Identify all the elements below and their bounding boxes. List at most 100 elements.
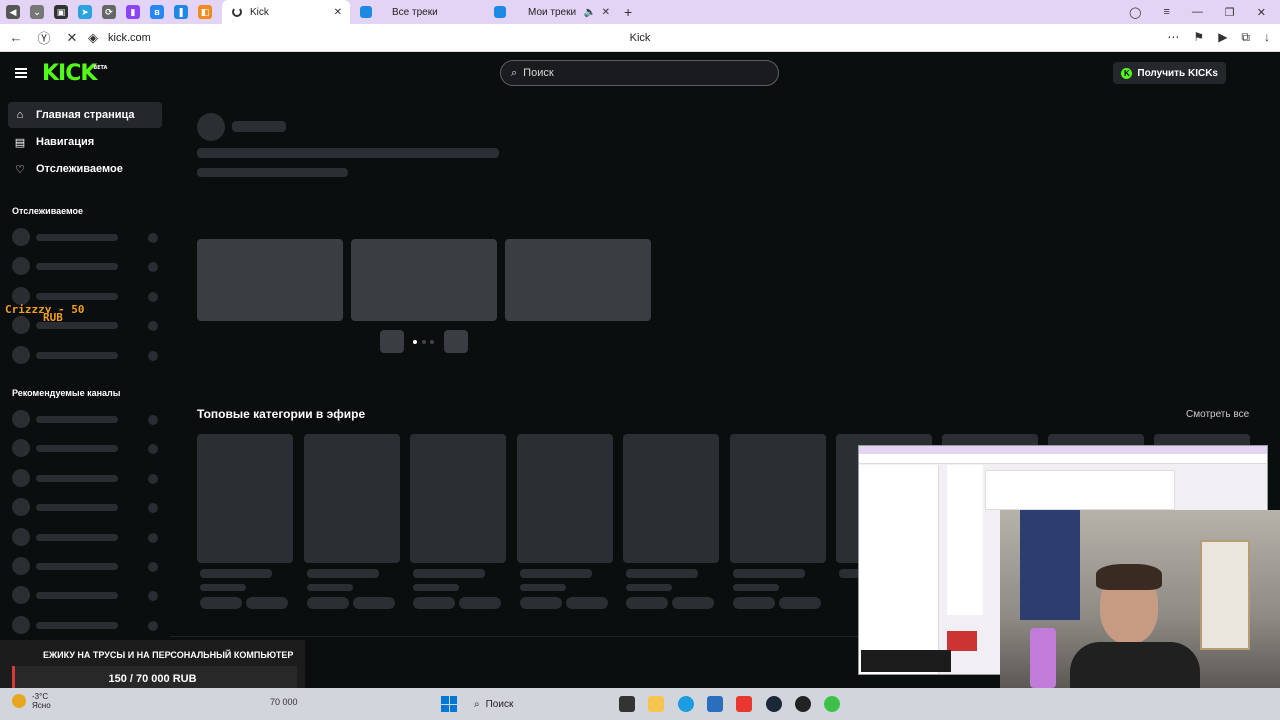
url-field[interactable]: kick.com [108,32,151,44]
carousel-card-skeleton[interactable] [505,239,651,321]
channel-skeleton [0,432,170,461]
tab-label: Все треки [392,6,438,18]
close-icon[interactable]: ✕ [602,7,610,18]
sidebar-item-browse[interactable]: ▤ Навигация [8,129,162,155]
sun-icon [12,694,26,708]
screen: ◀ ⌄ ▣ ➤ ⟳ ▮ в ❚ ◧ Kick ✕ Все треки Мои т… [0,0,1280,720]
window-close-icon[interactable]: ✕ [1257,6,1266,19]
search-icon: ⌕ [474,698,480,710]
get-kicks-button[interactable]: K Получить KICKs [1113,62,1226,84]
stop-loading-icon[interactable]: ✕ [60,30,84,46]
temperature: -3°C [32,692,49,701]
following-list [0,221,170,368]
channel-skeleton [0,579,170,608]
tab-my-tracks[interactable]: Мои треки 🔈 ✕ [484,0,618,24]
featured-meta-skeleton [197,168,348,177]
kick-logo[interactable]: KICK BETA [42,60,107,86]
browser-tab-strip: ◀ ⌄ ▣ ➤ ⟳ ▮ в ❚ ◧ Kick ✕ Все треки Мои т… [0,0,1280,24]
windows-start-icon[interactable] [441,696,457,712]
pinned-tab-orange-icon[interactable]: ◧ [198,5,212,19]
steam-icon[interactable] [766,696,782,712]
taskbar-search[interactable]: ⌕ Поиск [468,694,608,714]
pinned-tab-pause-icon[interactable]: ❚ [174,5,188,19]
carousel-card-skeleton[interactable] [351,239,497,321]
tab-all-tracks[interactable]: Все треки [350,0,484,24]
pinned-tab-mail-icon[interactable]: ▣ [54,5,68,19]
tab-kick[interactable]: Kick ✕ [222,0,350,24]
goal-target-label: 70 000 [270,697,298,707]
new-tab-icon[interactable]: + [624,4,632,20]
sidebar-item-home[interactable]: ⌂ Главная страница [8,102,162,128]
channel-skeleton [0,609,170,638]
carousel-prev-button[interactable] [380,330,404,353]
obs-icon[interactable] [795,696,811,712]
yandex-browser-icon[interactable] [736,696,752,712]
following-heading: Отслеживаемое [12,206,84,216]
pinned-tab-translate-icon[interactable]: ⟳ [102,5,116,19]
yandex-icon[interactable]: Ⓨ [32,28,56,47]
channel-skeleton [0,550,170,579]
donation-alert: Crizzzy - 50 RUB [5,304,84,323]
window-controls: ◯ ≡ — ❐ ✕ [1129,6,1280,19]
webcam-feed [1000,510,1280,688]
bookmark-icon[interactable]: ⚑ [1193,30,1204,45]
recommended-list [0,403,170,638]
weather-widget[interactable]: -3°C Ясно [12,692,51,710]
kick-header: KICK BETA ⌕ Поиск K Получить KICKs [0,53,1280,93]
channel-skeleton [0,221,170,250]
more-icon[interactable]: ⋯ [1167,30,1179,45]
pinned-tab-vk-icon[interactable]: в [150,5,164,19]
speaker-icon[interactable]: ◀ [6,5,20,19]
music-icon [360,6,372,18]
account-icon[interactable]: ◯ [1129,6,1141,19]
search-placeholder: Поиск [523,67,554,79]
media-icon[interactable]: ▶ [1218,30,1227,45]
pinned-tab-twitch-icon[interactable]: ▮ [126,5,140,19]
goal-progress-text: 150 / 70 000 RUB [108,673,197,685]
store-icon[interactable] [707,696,723,712]
logo-text: KICK [42,60,97,86]
address-bar: ← Ⓨ ✕ ◈ kick.com Kick ⋯ ⚑ ▶ ⧉ ↓ [0,24,1280,52]
tab-label: Kick [250,6,269,18]
chevron-down-icon[interactable]: ⌄ [30,5,44,19]
see-all-link[interactable]: Смотреть все [1186,409,1249,420]
carousel-next-button[interactable] [444,330,468,353]
search-input[interactable]: ⌕ Поиск [500,60,779,86]
sidebar-item-label: Главная страница [36,109,135,121]
hamburger-menu-icon[interactable] [15,66,27,80]
audio-icon[interactable]: 🔈 [584,7,596,18]
collections-icon[interactable]: ⧉ [1241,30,1250,45]
loading-icon [232,7,242,17]
channel-skeleton [0,521,170,550]
carousel-card-skeleton[interactable] [197,239,343,321]
featured-name-skeleton [232,121,286,132]
carousel-dot-active[interactable] [413,340,417,344]
close-icon[interactable]: ✕ [334,7,342,18]
channel-skeleton [0,339,170,368]
sidebar-item-label: Отслеживаемое [36,163,123,175]
goal-title: ЕЖИКУ НА ТРУСЫ И НА ПЕРСОНАЛЬНЫЙ КОМПЬЮТ… [43,650,294,660]
beta-badge: BETA [93,64,108,71]
task-view-icon[interactable] [619,696,635,712]
sidebar: ⌂ Главная страница ▤ Навигация ♡ Отслежи… [0,93,170,720]
divider [170,636,870,637]
edge-icon[interactable] [678,696,694,712]
download-icon[interactable]: ↓ [1264,30,1270,45]
page-title: Kick [629,31,651,44]
file-explorer-icon[interactable] [648,696,664,712]
shield-icon[interactable]: ◈ [86,30,100,46]
menu-icon[interactable]: ≡ [1163,6,1169,18]
top-categories-heading: Топовые категории в эфире [197,407,366,421]
taskbar: -3°C Ясно 70 000 ⌕ Поиск [0,688,1280,720]
pinned-tab-telegram-icon[interactable]: ➤ [78,5,92,19]
restore-icon[interactable]: ❐ [1225,6,1235,19]
minimize-icon[interactable]: — [1192,6,1203,18]
app-icon[interactable] [824,696,840,712]
browse-icon: ▤ [14,136,26,149]
get-kicks-label: Получить KICKs [1137,67,1218,79]
carousel-dot[interactable] [430,340,434,344]
channel-skeleton [0,403,170,432]
carousel-dot[interactable] [422,340,426,344]
sidebar-item-following[interactable]: ♡ Отслеживаемое [8,156,162,182]
back-icon[interactable]: ← [4,30,28,45]
